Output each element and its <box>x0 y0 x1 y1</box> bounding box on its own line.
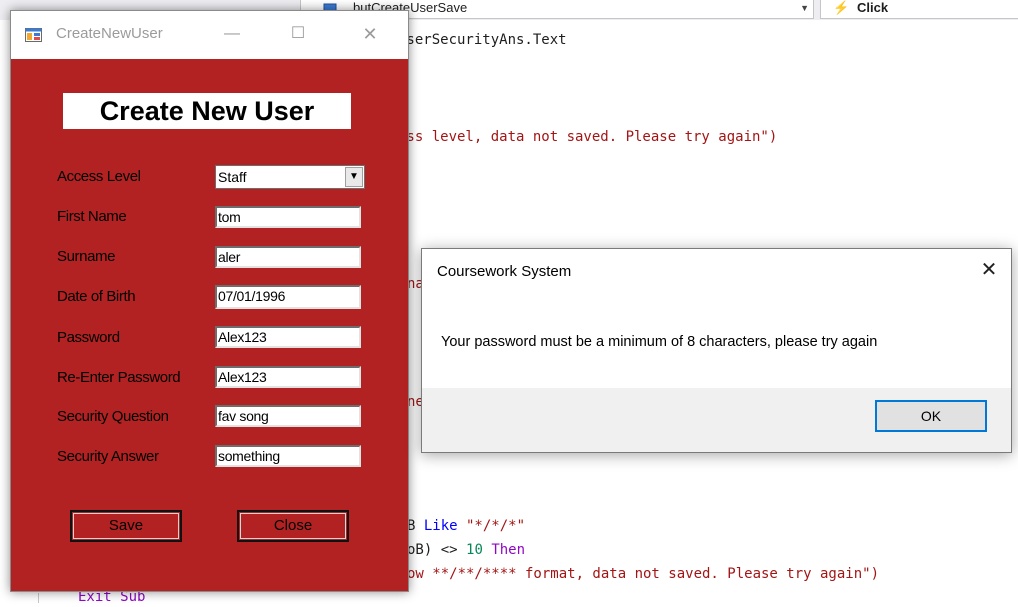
message-dialog: Coursework System ✕ Your password must b… <box>421 248 1012 453</box>
code-token: 10 <box>466 542 483 558</box>
first-name-input[interactable]: tom <box>215 206 361 228</box>
code-token: oB) <> <box>407 542 467 558</box>
gutter-guide <box>38 593 39 603</box>
dialog-title: Coursework System <box>437 263 572 280</box>
chevron-down-icon: ▼ <box>800 3 809 13</box>
ok-button[interactable]: OK <box>875 400 987 432</box>
save-button[interactable]: Save <box>70 510 182 542</box>
security-answer-input[interactable]: something <box>215 445 361 467</box>
date-of-birth-input[interactable]: 07/01/1996 <box>215 285 361 309</box>
password-input[interactable]: Alex123 <box>215 326 361 348</box>
security-question-label: Security Question <box>57 408 169 425</box>
create-new-user-window: CreateNewUser — ☐ ✕ Create New User Acce… <box>10 10 409 592</box>
code-line: oB) <> 10 Then <box>407 541 525 559</box>
code-token: Then <box>491 542 526 558</box>
dialog-message: Your password must be a minimum of 8 cha… <box>441 334 878 350</box>
code-line: B Like "*/*/*" <box>407 517 525 535</box>
code-line: ess level, data not saved. Please try ag… <box>398 129 778 145</box>
code-token: B <box>407 518 424 534</box>
date-of-birth-label: Date of Birth <box>57 288 136 305</box>
surname-label: Surname <box>57 248 116 265</box>
password-label: Password <box>57 329 120 346</box>
title-bar[interactable]: CreateNewUser — ☐ ✕ <box>11 11 408 59</box>
maximize-icon[interactable]: ☐ <box>283 21 313 47</box>
dropdown-arrow-icon[interactable]: ▼ <box>345 167 363 187</box>
dialog-footer: OK <box>422 388 1011 452</box>
surname-input[interactable]: aler <box>215 246 361 268</box>
access-level-value: Staff <box>218 169 247 185</box>
close-icon[interactable]: ✕ <box>974 257 1004 283</box>
re-enter-password-input[interactable]: Alex123 <box>215 366 361 388</box>
first-name-label: First Name <box>57 208 127 225</box>
close-button[interactable]: Close <box>237 510 349 542</box>
code-line: ow **/**/**** format, data not saved. Pl… <box>407 566 880 582</box>
event-dropdown-value: Click <box>857 0 889 15</box>
code-token: "*/*/*" <box>457 518 526 534</box>
code-token: Like <box>423 518 458 534</box>
lightning-icon: ⚡ <box>833 0 850 15</box>
close-icon[interactable]: ✕ <box>355 21 385 47</box>
form-heading: Create New User <box>63 93 351 129</box>
form-app-icon <box>25 28 42 42</box>
security-question-input[interactable]: fav song <box>215 405 361 427</box>
re-enter-password-label: Re-Enter Password <box>57 369 181 386</box>
event-dropdown[interactable]: ⚡ Click <box>820 0 1018 19</box>
security-answer-label: Security Answer <box>57 448 159 465</box>
window-title: CreateNewUser <box>56 25 163 42</box>
code-line: UserSecurityAns.Text <box>398 32 567 48</box>
access-level-select[interactable]: Staff ▼ <box>215 165 365 189</box>
access-level-label: Access Level <box>57 168 141 185</box>
minimize-icon[interactable]: — <box>217 21 247 47</box>
